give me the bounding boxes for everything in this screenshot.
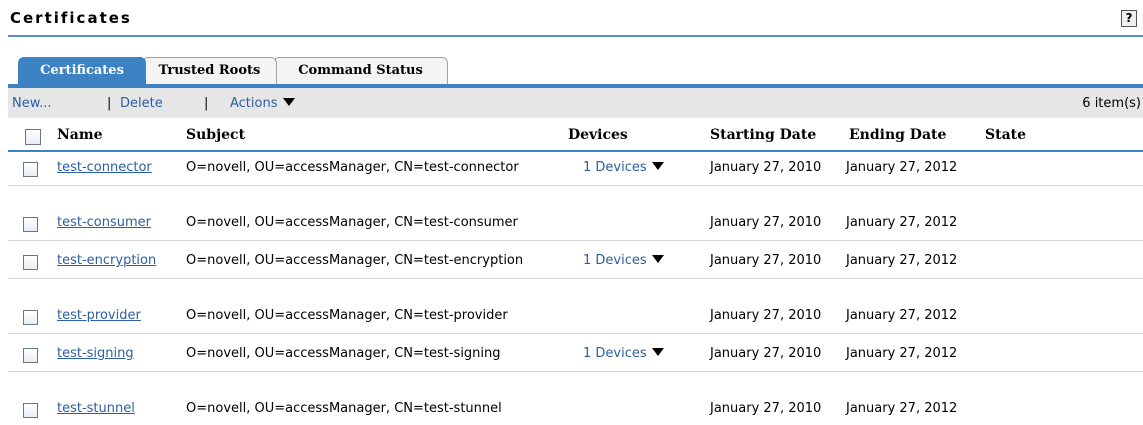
certificate-name-link[interactable]: test-connector <box>57 160 152 175</box>
starting-date-cell: January 27, 2010 <box>710 401 822 416</box>
table-row: test-consumer O=novell, OU=accessManager… <box>8 207 1143 241</box>
row-checkbox[interactable] <box>23 310 38 325</box>
tab-trusted-roots[interactable]: Trusted Roots <box>142 57 277 84</box>
subject-cell: O=novell, OU=accessManager, CN=test-cons… <box>186 215 518 230</box>
new-button[interactable]: New... <box>12 96 52 111</box>
subject-cell: O=novell, OU=accessManager, CN=test-stun… <box>186 401 502 416</box>
devices-label: 1 Devices <box>583 160 647 175</box>
ending-date-cell: January 27, 2012 <box>846 401 958 416</box>
table-row: test-encryption O=novell, OU=accessManag… <box>8 245 1143 279</box>
row-checkbox[interactable] <box>23 348 38 363</box>
row-checkbox[interactable] <box>23 403 38 418</box>
toolbar-separator: | <box>204 96 209 111</box>
devices-label: 1 Devices <box>583 253 647 268</box>
row-checkbox[interactable] <box>23 217 38 232</box>
row-checkbox[interactable] <box>23 162 38 177</box>
certificate-name-link[interactable]: test-stunnel <box>57 401 135 416</box>
column-header-subject[interactable]: Subject <box>186 127 245 143</box>
help-button[interactable]: ? <box>1121 10 1137 27</box>
subject-cell: O=novell, OU=accessManager, CN=test-encr… <box>186 253 524 268</box>
starting-date-cell: January 27, 2010 <box>710 160 822 175</box>
toolbar: New... | Delete | Actions 6 item(s) <box>8 88 1143 118</box>
starting-date-cell: January 27, 2010 <box>710 308 822 323</box>
column-header-starting-date[interactable]: Starting Date <box>710 127 816 143</box>
certificate-name-link[interactable]: test-encryption <box>57 253 156 268</box>
devices-dropdown[interactable]: 1 Devices <box>583 160 664 175</box>
column-header-devices[interactable]: Devices <box>568 127 628 143</box>
dropdown-arrow-icon <box>651 255 664 263</box>
devices-dropdown[interactable]: 1 Devices <box>583 253 664 268</box>
column-header-name[interactable]: Name <box>57 127 103 143</box>
actions-menu-button[interactable]: Actions <box>230 96 295 111</box>
ending-date-cell: January 27, 2012 <box>846 308 958 323</box>
ending-date-cell: January 27, 2012 <box>846 346 958 361</box>
tab-command-status[interactable]: Command Status <box>273 57 448 84</box>
certificate-name-link[interactable]: test-signing <box>57 346 134 361</box>
starting-date-cell: January 27, 2010 <box>710 346 822 361</box>
select-all-checkbox[interactable] <box>25 129 41 145</box>
devices-label: 1 Devices <box>583 346 647 361</box>
subject-cell: O=novell, OU=accessManager, CN=test-sign… <box>186 346 501 361</box>
certificate-name-link[interactable]: test-consumer <box>57 215 151 230</box>
item-count: 6 item(s) <box>1082 96 1141 111</box>
subject-cell: O=novell, OU=accessManager, CN=test-prov… <box>186 308 508 323</box>
dropdown-arrow-icon <box>651 348 664 356</box>
table-row: test-provider O=novell, OU=accessManager… <box>8 300 1143 334</box>
tab-certificates[interactable]: Certificates <box>18 57 146 84</box>
starting-date-cell: January 27, 2010 <box>710 253 822 268</box>
table-row: test-connector O=novell, OU=accessManage… <box>8 152 1143 186</box>
table-row: test-signing O=novell, OU=accessManager,… <box>8 338 1143 372</box>
table-row: test-stunnel O=novell, OU=accessManager,… <box>8 393 1143 425</box>
title-divider <box>8 35 1143 37</box>
ending-date-cell: January 27, 2012 <box>846 215 958 230</box>
certificate-name-link[interactable]: test-provider <box>57 308 141 323</box>
devices-dropdown[interactable]: 1 Devices <box>583 346 664 361</box>
delete-button[interactable]: Delete <box>120 96 163 111</box>
row-checkbox[interactable] <box>23 255 38 270</box>
dropdown-arrow-icon <box>282 98 295 106</box>
subject-cell: O=novell, OU=accessManager, CN=test-conn… <box>186 160 519 175</box>
table-header: Name Subject Devices Starting Date Endin… <box>8 122 1143 150</box>
column-header-ending-date[interactable]: Ending Date <box>849 127 946 143</box>
column-header-state[interactable]: State <box>985 127 1026 143</box>
ending-date-cell: January 27, 2012 <box>846 160 958 175</box>
ending-date-cell: January 27, 2012 <box>846 253 958 268</box>
actions-label: Actions <box>230 96 278 111</box>
dropdown-arrow-icon <box>651 162 664 170</box>
starting-date-cell: January 27, 2010 <box>710 215 822 230</box>
toolbar-separator: | <box>107 96 112 111</box>
page-title: Certificates <box>10 9 132 27</box>
